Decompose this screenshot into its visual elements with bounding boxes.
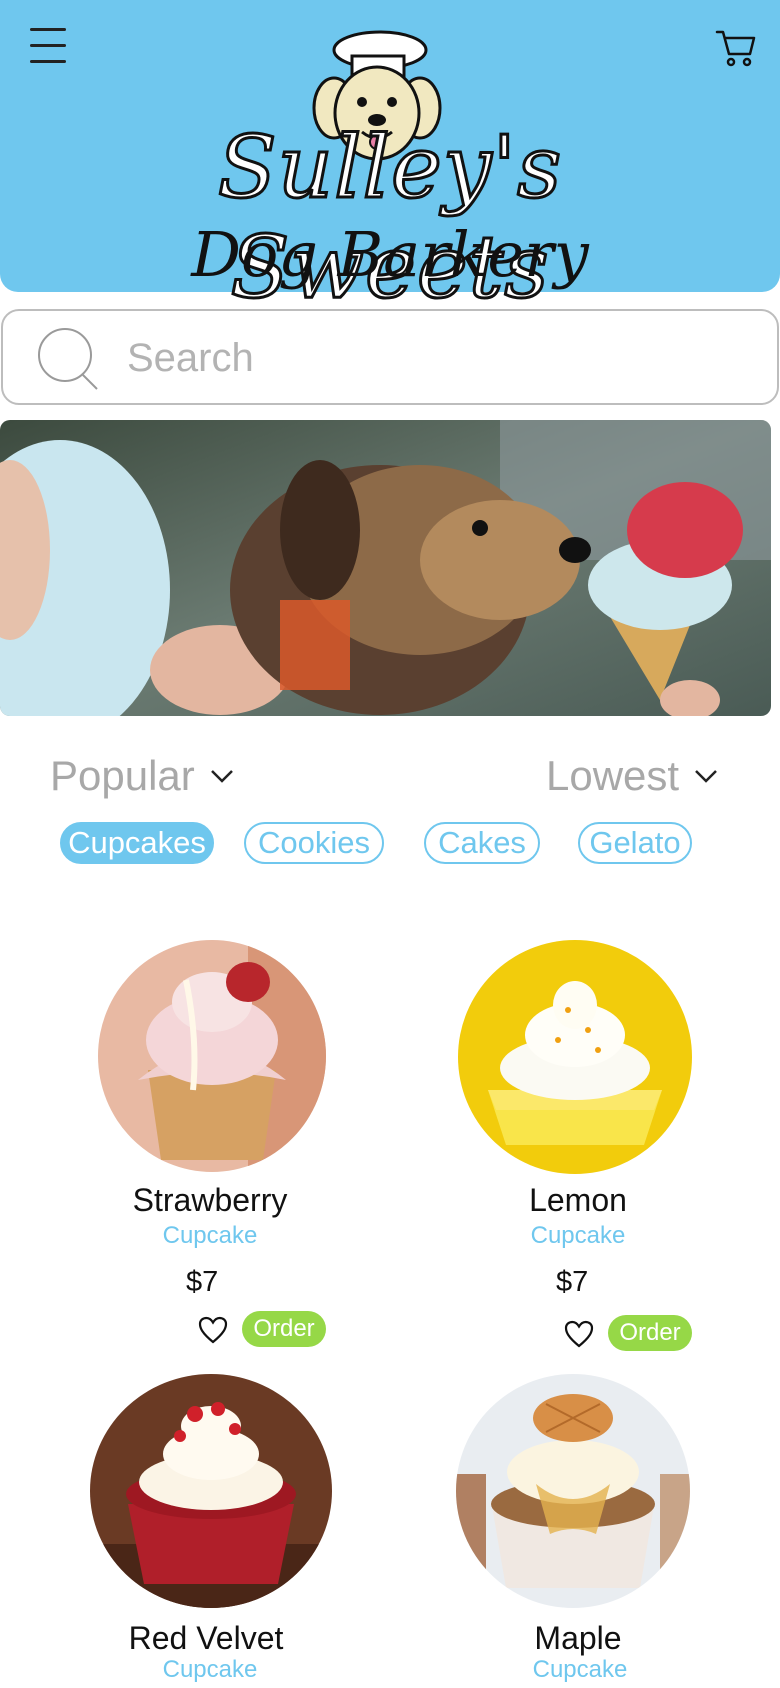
category-chip-gelato[interactable]: Gelato [578, 822, 692, 864]
chip-label: Cupcakes [68, 825, 206, 860]
price-order-dropdown-label: Lowest [546, 752, 680, 799]
category-chip-cookies[interactable]: Cookies [244, 822, 384, 864]
hamburger-menu-icon[interactable] [28, 26, 70, 66]
search-input[interactable] [127, 329, 747, 387]
hero-banner-image [0, 420, 771, 716]
order-button-label: Order [253, 1315, 315, 1342]
chip-label: Cakes [438, 825, 526, 860]
search-icon [38, 328, 98, 390]
product-name: Maple [534, 1620, 622, 1656]
product-name: Red Velvet [128, 1620, 284, 1656]
chip-label: Gelato [589, 825, 681, 860]
price-order-dropdown[interactable]: Lowest [546, 750, 719, 802]
product-name: Lemon [529, 1182, 627, 1218]
product-image-strawberry[interactable] [98, 940, 326, 1172]
product-type: Cupcake [532, 1656, 628, 1683]
sort-dropdown-label: Popular [50, 752, 195, 799]
favorite-heart-icon[interactable] [198, 1316, 228, 1344]
product-name: Strawberry [132, 1182, 288, 1218]
chevron-down-icon [695, 770, 717, 783]
app-header: Sulley's Sweets Dog Barkery [0, 0, 780, 320]
logo-subtitle: Dog Barkery [191, 218, 589, 291]
sort-dropdown[interactable]: Popular [50, 750, 235, 802]
dog-ice-cream-photo [0, 420, 771, 716]
shopping-cart-icon[interactable] [714, 24, 758, 68]
product-type: Cupcake [162, 1222, 258, 1249]
product-image-lemon[interactable] [458, 940, 692, 1174]
favorite-heart-icon[interactable] [564, 1320, 594, 1348]
product-type: Cupcake [162, 1656, 258, 1683]
category-chip-cupcakes[interactable]: Cupcakes [60, 822, 214, 864]
product-image-maple[interactable] [456, 1374, 690, 1608]
product-price: $7 [186, 1266, 219, 1298]
product-image-red-velvet[interactable] [90, 1374, 332, 1608]
order-button[interactable]: Order [242, 1311, 326, 1347]
order-button-label: Order [619, 1319, 681, 1346]
product-type: Cupcake [530, 1222, 626, 1249]
chevron-down-icon [210, 770, 233, 783]
search-bar[interactable] [1, 309, 779, 405]
product-price: $7 [556, 1266, 589, 1298]
brand-logo: Sulley's Sweets Dog Barkery [90, 28, 690, 320]
category-chip-cakes[interactable]: Cakes [424, 822, 540, 864]
order-button[interactable]: Order [608, 1315, 692, 1351]
chip-label: Cookies [258, 825, 370, 860]
